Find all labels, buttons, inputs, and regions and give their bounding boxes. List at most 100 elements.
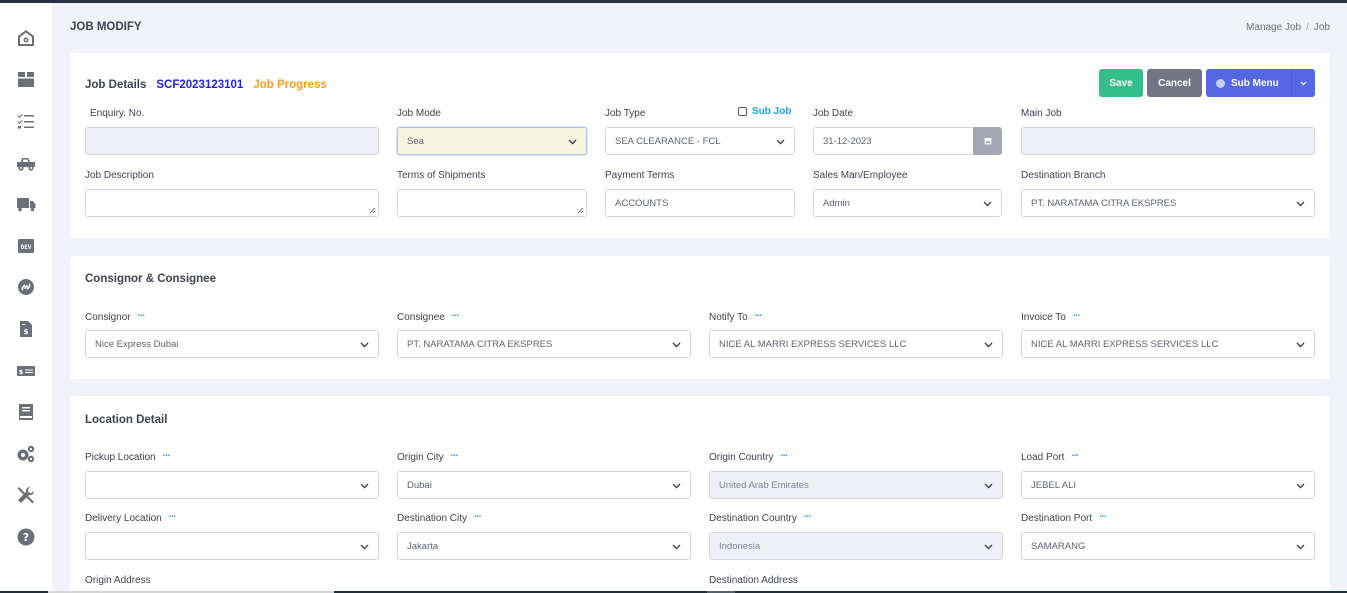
date-picker-button[interactable] [973,127,1002,155]
load-port-more-button[interactable]: ... [1071,449,1078,459]
svg-text:?: ? [23,531,29,544]
sub-job-checkbox[interactable] [738,107,747,116]
load-port-value: JEBEL ALI [1031,479,1077,491]
invoice-to-field: Invoice To... [1021,309,1080,326]
sales-man-label: Sales Man/Employee [813,170,908,181]
destination-port-more-button[interactable]: ... [1099,510,1106,520]
consignee-more-button[interactable]: ... [452,309,459,319]
cancel-button[interactable]: Cancel [1147,69,1202,97]
origin-city-select[interactable]: Dubai [397,471,691,499]
consignee-select[interactable]: PT. NARATAMA CITRA EKSPRES [397,330,691,358]
delivery-location-field: Delivery Location... [85,510,176,527]
destination-city-more-button[interactable]: ... [474,510,481,520]
pickup-location-select[interactable] [85,471,379,499]
chevron-down-icon [672,481,681,489]
sidebar-item-delivery[interactable] [0,183,52,225]
destination-country-select[interactable]: Indonesia [709,532,1003,560]
notify-to-select[interactable]: NICE AL MARRI EXPRESS SERVICES LLC [709,330,1003,358]
destination-country-more-button[interactable]: ... [804,510,811,520]
payment-terms-field: Payment Terms [605,170,674,184]
resize-handle-icon[interactable] [369,207,376,214]
terms-of-shipments-textarea[interactable] [397,189,587,217]
sidebar-item-checklist[interactable] [0,100,52,142]
breadcrumb-manage-job[interactable]: Manage Job [1246,22,1301,33]
chevron-down-icon [1296,199,1305,207]
pickup-location-more-button[interactable]: ... [163,449,170,459]
pickup-location-field: Pickup Location... [85,449,170,466]
consignor-select[interactable]: Nice Express Dubai [85,330,379,358]
sidebar-item-box[interactable] [0,59,52,101]
destination-branch-label: Destination Branch [1021,170,1106,181]
chevron-down-icon [983,199,992,207]
load-port-select[interactable]: JEBEL ALI [1021,471,1315,499]
job-date-value: 31-12-2023 [823,135,872,147]
sidebar-item-tools[interactable] [0,475,52,517]
destination-city-select[interactable]: Jakarta [397,532,691,560]
link-circle-icon [18,279,34,296]
chevron-down-icon [1296,542,1305,550]
job-date-field: Job Date [813,108,853,122]
enquiry-no-input[interactable] [85,127,379,155]
delivery-location-select[interactable] [85,532,379,560]
job-type-select[interactable]: SEA CLEARANCE - FCL [605,127,795,155]
consignor-value: Nice Express Dubai [95,338,179,350]
resize-handle-icon[interactable] [577,207,584,214]
notify-to-more-button[interactable]: ... [755,309,762,319]
location-detail-title: Location Detail [85,414,168,426]
sales-man-select[interactable]: Admin [813,189,1002,217]
sidebar-item-dev[interactable]: DEV [0,225,52,267]
sub-job-label[interactable]: Sub Job [752,106,791,117]
sidebar-item-vehicles[interactable] [0,142,52,184]
payment-terms-input[interactable]: ACCOUNTS [605,189,795,217]
invoice-to-label: Invoice To [1021,312,1066,323]
save-button[interactable]: Save [1099,69,1143,97]
origin-city-more-button[interactable]: ... [451,449,458,459]
job-description-textarea[interactable] [85,189,379,217]
sidebar-item-invoices[interactable]: $ [0,308,52,350]
tools-icon [17,487,35,504]
sidebar-item-home[interactable] [0,17,52,59]
job-mode-label: Job Mode [397,108,441,119]
sidebar-item-settings[interactable] [0,433,52,475]
sub-menu-button[interactable]: Sub Menu [1206,69,1315,97]
chevron-down-icon [568,137,577,145]
job-date-input[interactable]: 31-12-2023 [813,127,1002,155]
origin-country-label: Origin Country [709,452,774,463]
box-icon [18,72,34,88]
consignor-more-button[interactable]: ... [138,309,145,319]
destination-port-select[interactable]: SAMARANG [1021,532,1315,560]
sidebar-item-help[interactable]: ? [0,516,52,558]
sub-menu-dropdown-toggle[interactable] [1291,69,1315,97]
load-port-field: Load Port... [1021,449,1079,466]
consignor-consignee-title: Consignor & Consignee [85,273,216,285]
chevron-down-icon [360,542,369,550]
origin-country-more-button[interactable]: ... [780,449,787,459]
sidebar-item-integrations[interactable] [0,267,52,309]
chevron-down-icon [360,340,369,348]
job-mode-select[interactable]: Sea [397,127,587,155]
svg-text:DEV: DEV [21,244,32,251]
destination-branch-field: Destination Branch [1021,170,1106,184]
destination-city-value: Jakarta [407,540,439,552]
invoice-to-more-button[interactable]: ... [1073,309,1080,319]
destination-country-value: Indonesia [719,540,761,552]
gears-icon [17,445,35,462]
sidebar-item-payments[interactable]: $ [0,350,52,392]
job-progress-link[interactable]: Job Progress [253,79,327,91]
destination-country-field: Destination Country... [709,510,811,527]
job-date-label: Job Date [813,108,854,119]
consignee-value: PT. NARATAMA CITRA EKSPRES [407,338,553,350]
job-type-value: SEA CLEARANCE - FCL [615,135,721,147]
origin-country-select[interactable]: United Arab Emirates [709,471,1003,499]
sidebar-item-book[interactable] [0,391,52,433]
job-number: SCF2023123101 [156,79,244,91]
invoice-to-select[interactable]: NICE AL MARRI EXPRESS SERVICES LLC [1021,330,1315,358]
destination-branch-select[interactable]: PT. NARATAMA CITRA EKSPRES [1021,189,1315,217]
destination-city-field: Destination City... [397,510,481,527]
main-job-label: Main Job [1021,108,1062,119]
main-job-input[interactable] [1021,127,1315,155]
breadcrumb-job[interactable]: Job [1314,22,1330,33]
delivery-location-more-button[interactable]: ... [169,510,176,520]
pickup-truck-icon [17,157,35,171]
sidebar: DEV $ $ ? [0,3,52,593]
